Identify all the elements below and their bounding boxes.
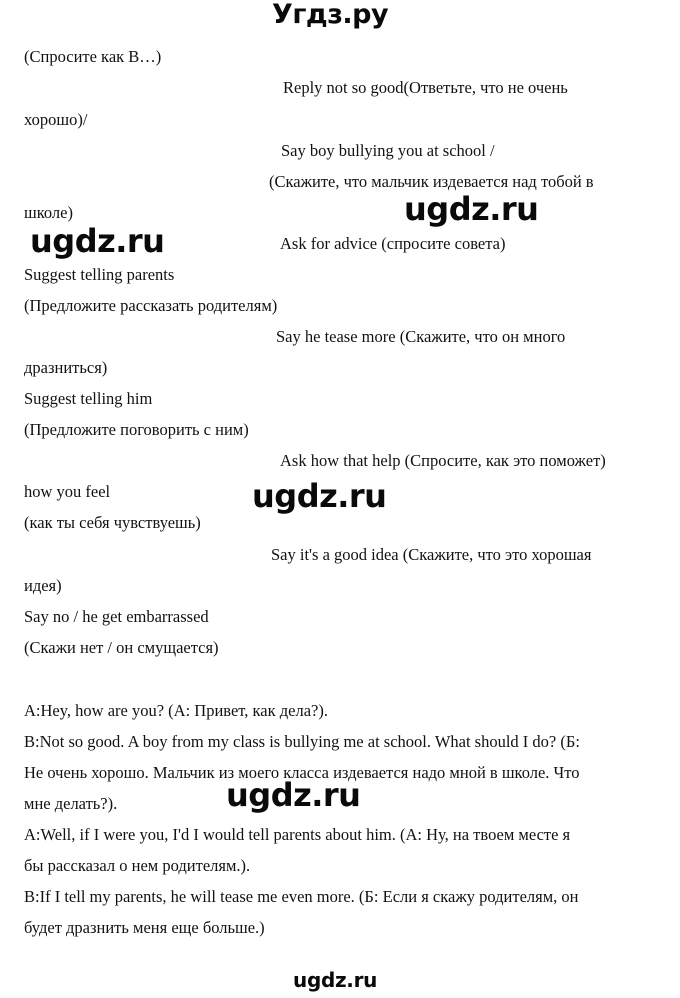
prompt-line: Say boy bullying you at school / (281, 141, 495, 160)
prompt-line: Ask how that help (Спросите, как это пом… (280, 451, 606, 470)
prompt-line: (Предложите рассказать родителям) (24, 296, 278, 315)
prompt-line: Suggest telling parents (24, 265, 175, 284)
prompt-line: Suggest telling him (24, 389, 153, 408)
watermark-mid-1: ugdz.ru (252, 477, 387, 515)
prompt-line: Reply not so good(Ответьте, что не очень (283, 78, 568, 97)
watermark-footer: ugdz.ru (293, 968, 378, 992)
dialogue-line: бы рассказал о нем родителям.). (24, 856, 251, 875)
scanned-answer-page: (Спросите как В…) Reply not so good(Ответ… (0, 0, 680, 998)
prompt-line: школе) (24, 203, 73, 222)
prompt-line: (Скажи нет / он смущается) (24, 638, 219, 657)
watermark-right-1: ugdz.ru (404, 190, 539, 228)
dialogue-line: мне делать?). (24, 794, 118, 813)
prompt-line: дразниться) (24, 358, 108, 377)
prompt-line: (Спросите как В…) (24, 47, 162, 66)
prompt-line: (Предложите поговорить с ним) (24, 420, 249, 439)
prompt-line: Ask for advice (спросите совета) (280, 234, 506, 253)
prompt-line: идея) (24, 576, 62, 595)
prompt-line: Say no / he get embarrassed (24, 607, 209, 626)
watermark-mid-2: ugdz.ru (226, 776, 361, 814)
dialogue-line: A:Hey, how are you? (А: Привет, как дела… (24, 701, 328, 720)
dialogue-line: B:Not so good. A boy from my class is bu… (24, 732, 580, 751)
prompt-line: (как ты себя чувствуешь) (24, 513, 201, 532)
prompt-line: (Скажите, что мальчик издевается над тоб… (269, 172, 594, 191)
prompt-line: Say he tease more (Скажите, что он много (276, 327, 566, 346)
prompt-line: Say it's a good idea (Скажите, что это х… (271, 545, 592, 564)
watermark-top: Угдз.ру (272, 0, 389, 30)
dialogue-line: B:If I tell my parents, he will tease me… (24, 887, 579, 906)
watermark-left-1: ugdz.ru (30, 222, 165, 260)
prompt-line: хорошо)/ (24, 110, 88, 129)
dialogue-line: будет дразнить меня еще больше.) (24, 918, 265, 937)
dialogue-line: A:Well, if I were you, I'd I would tell … (24, 825, 571, 844)
prompt-line: how you feel (24, 482, 111, 501)
